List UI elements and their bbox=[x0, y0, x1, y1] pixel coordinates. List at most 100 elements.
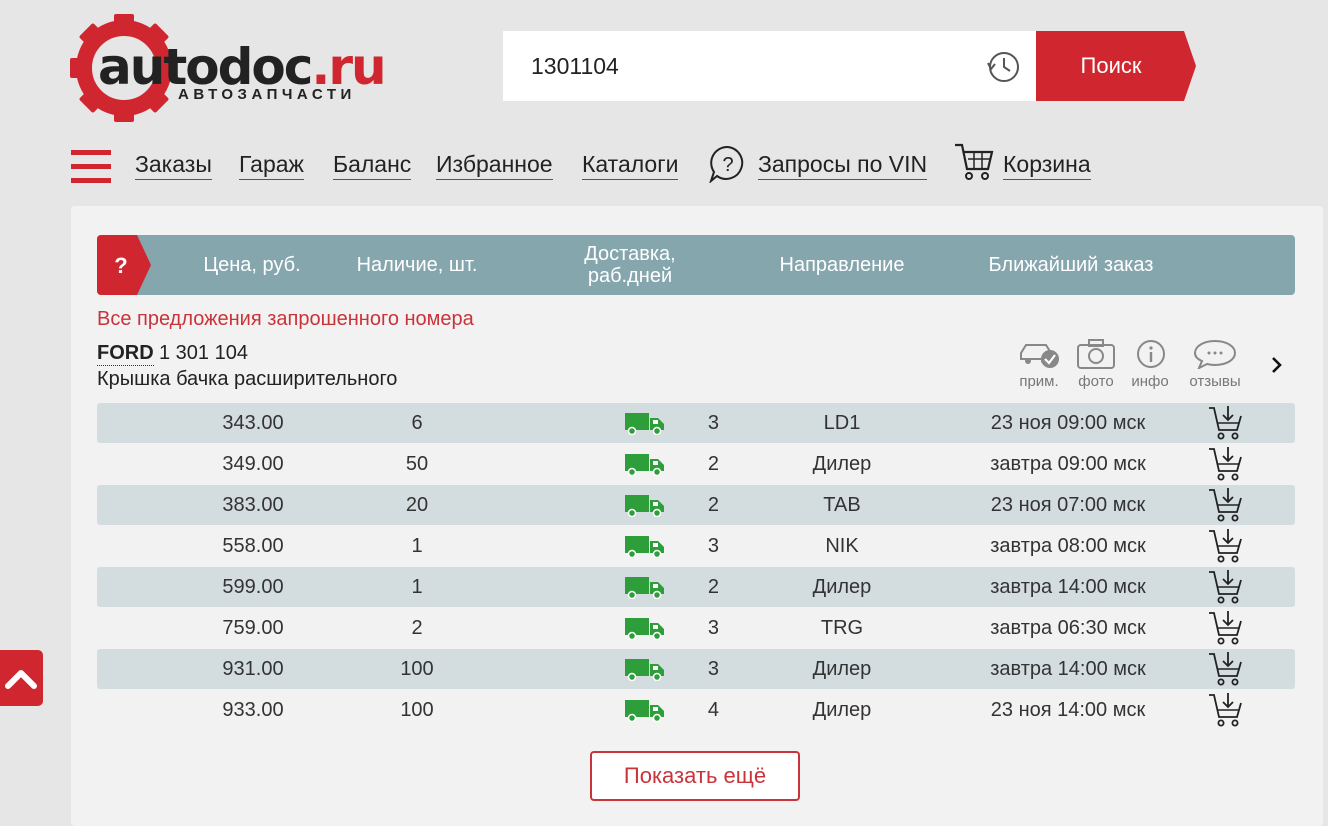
truck-icon bbox=[625, 413, 664, 435]
truck-icon bbox=[625, 618, 664, 640]
row-delivery-days: 2 bbox=[707, 494, 719, 516]
autodoc-logo[interactable]: autodoc.ru АВТОЗАПЧАСТИ bbox=[70, 14, 410, 122]
add-to-cart-icon[interactable] bbox=[1208, 651, 1242, 687]
row-nearest-order: завтра 14:00 мск bbox=[990, 658, 1146, 680]
row-price: 599.00 bbox=[222, 576, 284, 598]
table-row[interactable]: 759.00 2 3 TRG завтра 06:30 мск bbox=[97, 608, 1295, 648]
svg-text:?: ? bbox=[114, 253, 127, 278]
search-button[interactable]: Поиск bbox=[1036, 31, 1196, 101]
row-quantity: 1 bbox=[411, 576, 423, 598]
scroll-to-top-button[interactable] bbox=[0, 650, 43, 706]
row-price: 343.00 bbox=[222, 412, 284, 434]
row-nearest-order: завтра 08:00 мск bbox=[990, 535, 1146, 557]
row-direction: Дилер bbox=[812, 658, 872, 680]
row-price: 383.00 bbox=[222, 494, 284, 516]
info-icon[interactable] bbox=[1136, 339, 1166, 369]
row-quantity: 1 bbox=[411, 535, 423, 557]
menu-icon[interactable] bbox=[71, 150, 111, 184]
table-row[interactable]: 599.00 1 2 Дилер завтра 14:00 мск bbox=[97, 567, 1295, 607]
reviews-icon[interactable] bbox=[1193, 339, 1237, 369]
row-delivery-days: 3 bbox=[707, 617, 719, 639]
header-delivery[interactable]: Доставка, раб.дней bbox=[560, 243, 700, 287]
help-badge[interactable]: ? bbox=[97, 235, 151, 295]
row-delivery-days: 3 bbox=[707, 412, 719, 434]
nav-balance[interactable]: Баланс bbox=[333, 150, 412, 180]
header-nearest-order[interactable]: Ближайший заказ bbox=[966, 254, 1176, 276]
history-icon[interactable] bbox=[985, 49, 1021, 85]
header-delivery-line1: Доставка, bbox=[584, 243, 676, 265]
row-delivery-days: 3 bbox=[707, 535, 719, 557]
chevron-right-icon[interactable] bbox=[1270, 355, 1284, 375]
add-to-cart-icon[interactable] bbox=[1208, 405, 1242, 441]
add-to-cart-icon[interactable] bbox=[1208, 610, 1242, 646]
product-description: Крышка бачка расширительного bbox=[97, 368, 398, 390]
question-bubble-icon[interactable]: ? bbox=[709, 145, 747, 183]
table-row[interactable]: 383.00 20 2 TAB 23 ноя 07:00 мск bbox=[97, 485, 1295, 525]
row-quantity: 50 bbox=[405, 453, 429, 475]
add-to-cart-icon[interactable] bbox=[1208, 528, 1242, 564]
row-nearest-order: 23 ноя 14:00 мск bbox=[990, 699, 1146, 721]
header-direction[interactable]: Направление bbox=[762, 254, 922, 276]
row-price: 759.00 bbox=[222, 617, 284, 639]
row-direction: TAB bbox=[823, 494, 861, 516]
row-direction: Дилер bbox=[812, 576, 872, 598]
info-label: инфо bbox=[1131, 373, 1169, 390]
add-to-cart-icon[interactable] bbox=[1208, 569, 1242, 605]
nav-catalogs[interactable]: Каталоги bbox=[582, 150, 679, 180]
add-to-cart-icon[interactable] bbox=[1208, 692, 1242, 728]
row-delivery-days: 3 bbox=[707, 658, 719, 680]
chevron-up-icon bbox=[5, 670, 37, 689]
nav-cart[interactable]: Корзина bbox=[1003, 150, 1091, 180]
search-button-label: Поиск bbox=[1080, 53, 1142, 78]
row-direction: LD1 bbox=[823, 412, 861, 434]
row-direction: Дилер bbox=[812, 453, 872, 475]
row-quantity: 20 bbox=[405, 494, 429, 516]
row-price: 931.00 bbox=[222, 658, 284, 680]
search-input[interactable] bbox=[531, 31, 971, 101]
reviews-label: отзывы bbox=[1189, 373, 1241, 390]
add-to-cart-icon[interactable] bbox=[1208, 446, 1242, 482]
nav-favorites[interactable]: Избранное bbox=[436, 150, 553, 180]
table-row[interactable]: 558.00 1 3 NIK завтра 08:00 мск bbox=[97, 526, 1295, 566]
truck-icon bbox=[625, 454, 664, 476]
table-row[interactable]: 931.00 100 3 Дилер завтра 14:00 мск bbox=[97, 649, 1295, 689]
row-nearest-order: 23 ноя 07:00 мск bbox=[990, 494, 1146, 516]
show-more-button[interactable]: Показать ещё bbox=[590, 751, 800, 801]
nav-orders[interactable]: Заказы bbox=[135, 150, 212, 180]
car-fit-icon[interactable] bbox=[1018, 339, 1060, 369]
camera-icon[interactable] bbox=[1077, 339, 1115, 369]
row-direction: NIK bbox=[825, 535, 859, 557]
table-row[interactable]: 933.00 100 4 Дилер 23 ноя 14:00 мск bbox=[97, 690, 1295, 730]
header-price[interactable]: Цена, руб. bbox=[192, 254, 312, 276]
row-price: 558.00 bbox=[222, 535, 284, 557]
product-brand[interactable]: FORD bbox=[97, 342, 154, 366]
row-delivery-days: 2 bbox=[707, 453, 719, 475]
logo-tagline: АВТОЗАПЧАСТИ bbox=[178, 86, 356, 103]
truck-icon bbox=[625, 495, 664, 517]
all-offers-title: Все предложения запрошенного номера bbox=[97, 308, 474, 330]
truck-icon bbox=[625, 536, 664, 558]
table-row[interactable]: 343.00 6 3 LD1 23 ноя 09:00 мск bbox=[97, 403, 1295, 443]
table-row[interactable]: 349.00 50 2 Дилер завтра 09:00 мск bbox=[97, 444, 1295, 484]
nav-vin-requests[interactable]: Запросы по VIN bbox=[758, 150, 928, 180]
truck-icon bbox=[625, 577, 664, 599]
row-quantity: 6 bbox=[411, 412, 423, 434]
add-to-cart-icon[interactable] bbox=[1208, 487, 1242, 523]
header-stock[interactable]: Наличие, шт. bbox=[342, 254, 492, 276]
nav-garage[interactable]: Гараж bbox=[239, 150, 304, 180]
row-nearest-order: завтра 14:00 мск bbox=[990, 576, 1146, 598]
row-price: 349.00 bbox=[222, 453, 284, 475]
truck-icon bbox=[625, 700, 664, 722]
product-number: 1 301 104 bbox=[159, 342, 248, 364]
row-price: 933.00 bbox=[222, 699, 284, 721]
fit-label: прим. bbox=[1019, 373, 1059, 390]
row-nearest-order: завтра 09:00 мск bbox=[990, 453, 1146, 475]
svg-text:?: ? bbox=[722, 154, 733, 176]
row-direction: TRG bbox=[820, 617, 864, 639]
row-quantity: 100 bbox=[400, 658, 434, 680]
row-direction: Дилер bbox=[812, 699, 872, 721]
row-nearest-order: завтра 06:30 мск bbox=[990, 617, 1146, 639]
cart-icon[interactable] bbox=[954, 141, 994, 183]
logo-wordmark: autodoc.ru bbox=[98, 38, 387, 96]
photo-label: фото bbox=[1078, 373, 1114, 390]
